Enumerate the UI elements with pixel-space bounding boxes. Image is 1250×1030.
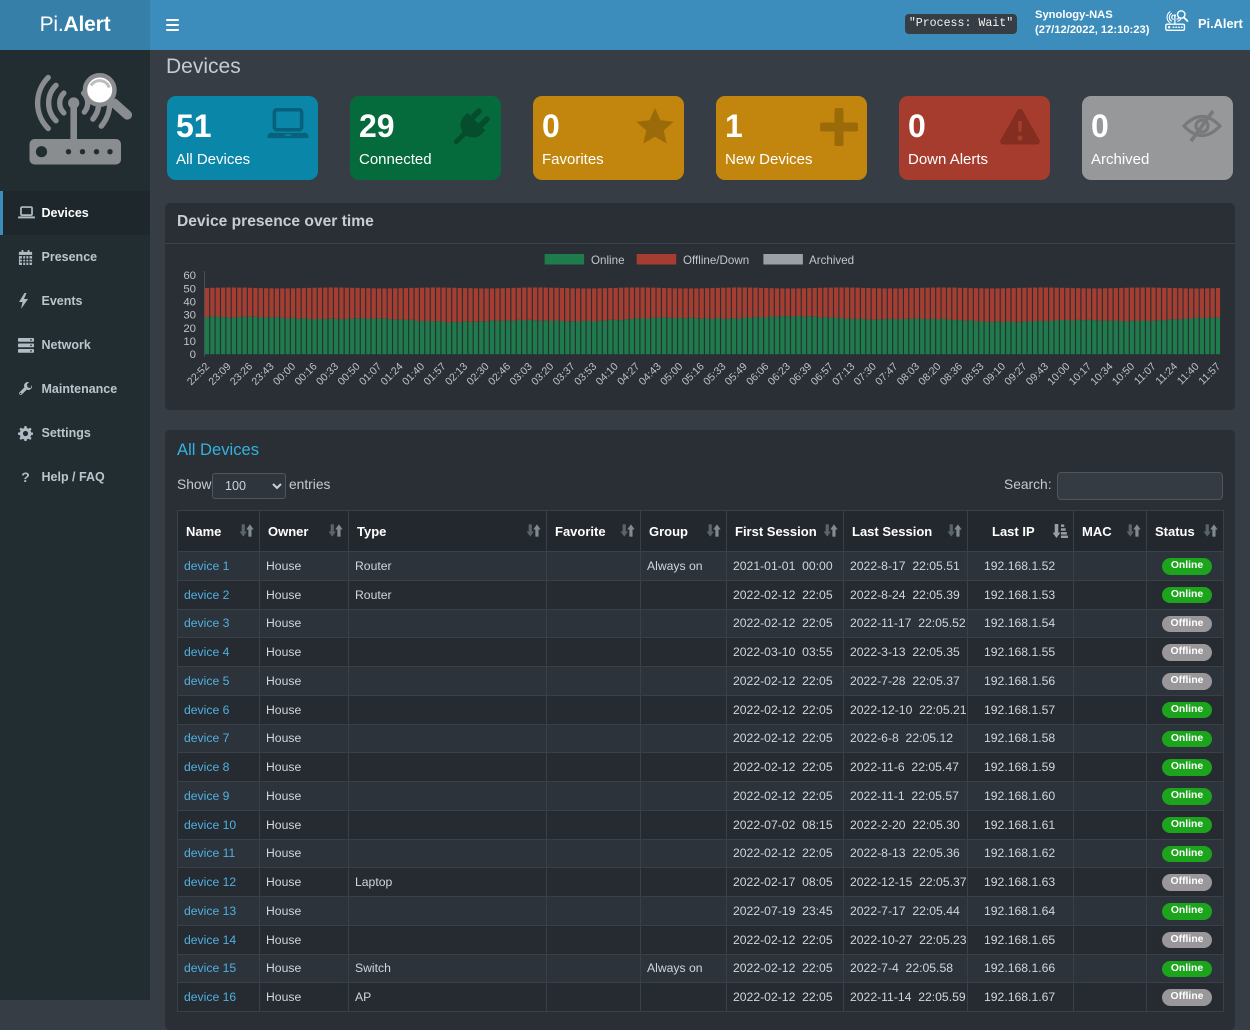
svg-text:09:10: 09:10 [981, 361, 1008, 388]
svg-text:03:03: 03:03 [508, 361, 535, 388]
svg-text:Archived: Archived [809, 254, 854, 267]
svg-text:06:23: 06:23 [766, 361, 793, 388]
svg-text:04:10: 04:10 [594, 361, 621, 388]
svg-text:Offline/Down: Offline/Down [683, 254, 749, 267]
svg-text:07:13: 07:13 [830, 361, 857, 388]
svg-text:00:33: 00:33 [314, 361, 341, 388]
svg-text:06:39: 06:39 [787, 361, 814, 388]
svg-text:08:53: 08:53 [959, 361, 986, 388]
svg-text:10:34: 10:34 [1088, 361, 1115, 388]
svg-text:02:13: 02:13 [443, 361, 470, 388]
svg-text:20: 20 [183, 323, 196, 335]
svg-text:11:07: 11:07 [1132, 361, 1159, 388]
svg-text:30: 30 [183, 310, 196, 322]
svg-text:05:00: 05:00 [658, 361, 685, 388]
svg-text:50: 50 [183, 283, 196, 295]
svg-text:40: 40 [183, 297, 196, 309]
svg-text:01:24: 01:24 [378, 361, 405, 388]
svg-text:04:27: 04:27 [615, 361, 642, 388]
svg-text:08:36: 08:36 [938, 361, 965, 388]
svg-text:11:24: 11:24 [1153, 361, 1180, 388]
svg-text:60: 60 [183, 270, 196, 282]
svg-text:03:20: 03:20 [529, 361, 556, 388]
svg-text:23:43: 23:43 [249, 361, 276, 388]
svg-text:06:57: 06:57 [809, 361, 836, 388]
svg-text:03:53: 03:53 [572, 361, 599, 388]
svg-text:07:47: 07:47 [873, 361, 900, 388]
svg-text:06:06: 06:06 [744, 361, 771, 388]
svg-text:08:03: 08:03 [895, 361, 922, 388]
svg-text:10:00: 10:00 [1045, 361, 1072, 388]
svg-text:00:00: 00:00 [271, 361, 298, 388]
svg-text:03:37: 03:37 [551, 361, 578, 388]
svg-text:02:46: 02:46 [486, 361, 513, 388]
svg-text:05:16: 05:16 [680, 361, 707, 388]
svg-text:00:50: 00:50 [335, 361, 362, 388]
svg-text:10:17: 10:17 [1067, 361, 1094, 388]
svg-text:05:49: 05:49 [723, 361, 750, 388]
svg-text:10:50: 10:50 [1110, 361, 1137, 388]
svg-text:02:30: 02:30 [464, 361, 491, 388]
svg-text:0: 0 [190, 349, 196, 361]
svg-text:01:57: 01:57 [421, 361, 448, 388]
svg-text:01:40: 01:40 [400, 361, 427, 388]
svg-text:09:43: 09:43 [1024, 361, 1051, 388]
svg-text:09:27: 09:27 [1002, 361, 1029, 388]
svg-text:07:30: 07:30 [852, 361, 879, 388]
svg-text:22:52: 22:52 [185, 361, 212, 388]
svg-text:10: 10 [183, 336, 196, 348]
svg-text:04:43: 04:43 [637, 361, 664, 388]
svg-text:11:57: 11:57 [1196, 361, 1223, 388]
svg-text:08:20: 08:20 [916, 361, 943, 388]
svg-text:Online: Online [591, 254, 625, 267]
svg-text:23:09: 23:09 [206, 361, 233, 388]
svg-text:01:07: 01:07 [357, 361, 384, 388]
svg-text:00:16: 00:16 [292, 361, 319, 388]
svg-text:05:33: 05:33 [701, 361, 728, 388]
svg-text:11:40: 11:40 [1175, 361, 1202, 388]
svg-text:23:26: 23:26 [228, 361, 255, 388]
